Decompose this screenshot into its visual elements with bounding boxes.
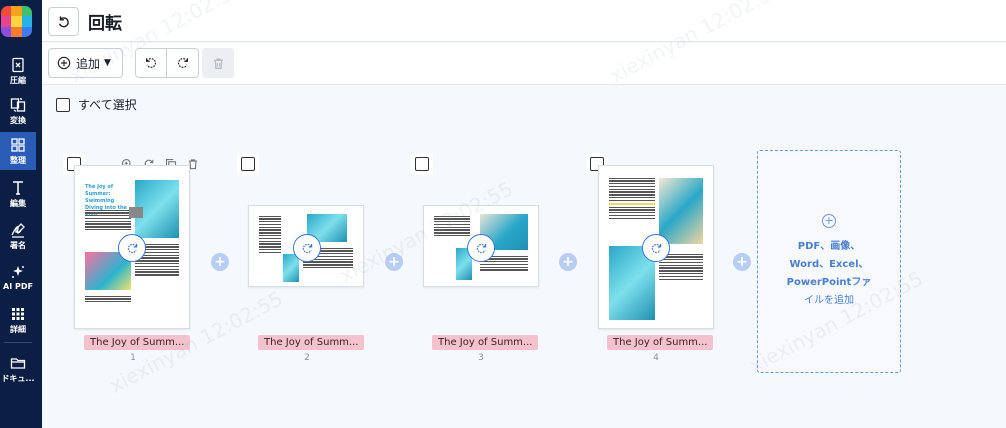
insert-page-button-2[interactable]: + xyxy=(385,253,403,271)
drop-zone-text: PDF、画像、 Word、Excel、 PowerPointファ イルを追加 xyxy=(767,238,891,310)
sidebar-item-ai-pdf[interactable]: AI PDF xyxy=(0,259,36,297)
rotate-right-icon xyxy=(177,58,188,68)
rotate-right-icon xyxy=(651,243,661,253)
convert-icon xyxy=(10,97,26,113)
page-3-checkbox[interactable] xyxy=(411,153,433,175)
delete-button[interactable] xyxy=(202,48,234,78)
compress-icon xyxy=(12,57,24,73)
add-file-drop-zone[interactable]: + PDF、画像、 Word、Excel、 PowerPointファ イルを追加 xyxy=(757,150,901,373)
drop-zone-line: PDF、画像、 xyxy=(797,240,861,252)
sidebar-item-documents[interactable]: ドキュ... xyxy=(0,350,36,388)
undo-icon xyxy=(58,15,69,27)
grid-dots-icon xyxy=(12,308,24,320)
drop-zone-line: PowerPointファ xyxy=(786,276,872,288)
rotate-right-icon xyxy=(302,243,312,253)
page-4-image-a xyxy=(659,178,703,244)
sidebar-divider xyxy=(4,342,32,343)
back-button[interactable] xyxy=(48,7,79,36)
organize-icon xyxy=(11,138,25,152)
insert-page-button-1[interactable]: + xyxy=(211,253,229,271)
ai-sparkle-icon xyxy=(12,266,24,278)
sidebar-item-label: 署名 xyxy=(10,241,26,250)
page-title: 回転 xyxy=(88,14,122,34)
page-3-name: The Joy of Summ... xyxy=(432,335,539,350)
plus-icon: + xyxy=(736,254,748,270)
add-button[interactable]: 追加 ▼ xyxy=(48,48,123,78)
rotate-right-icon xyxy=(127,243,137,253)
page-4-number: 4 xyxy=(653,353,659,363)
page-4-name: The Joy of Summ... xyxy=(607,335,714,350)
select-all-label: すべて選択 xyxy=(78,98,137,112)
page-1-rotate-indicator xyxy=(118,234,146,262)
page-3-number: 3 xyxy=(478,353,484,363)
page-3-rotate-indicator xyxy=(467,234,495,262)
add-button-label: 追加 xyxy=(76,56,101,71)
sidebar-item-edit[interactable]: 編集 xyxy=(0,175,36,213)
sidebar-item-label: 圧縮 xyxy=(10,76,26,85)
page-2-checkbox[interactable] xyxy=(237,153,259,175)
sidebar-item-label: 整理 xyxy=(10,156,26,165)
folder-icon xyxy=(10,358,26,369)
page-2-name: The Joy of Summ... xyxy=(258,335,365,350)
sidebar-item-sign[interactable]: 署名 xyxy=(0,217,36,255)
page-2-number: 2 xyxy=(304,353,310,363)
drop-zone-line: Word、Excel、 xyxy=(789,258,869,270)
sidebar: 圧縮 変換 整理 編集 署名 AI PDF 詳細 ドキュ... xyxy=(0,0,42,428)
sidebar-item-label: ドキュ... xyxy=(1,374,35,383)
toolbar: 追加 ▼ xyxy=(42,43,1006,85)
rotate-left-icon xyxy=(146,58,157,68)
sidebar-item-convert[interactable]: 変換 xyxy=(0,92,36,130)
add-circle-icon: + xyxy=(822,213,836,228)
plus-icon: + xyxy=(562,254,574,270)
page-2-rotate-indicator xyxy=(293,234,321,262)
sidebar-item-more[interactable]: 詳細 xyxy=(0,301,36,339)
rotate-right-button[interactable] xyxy=(167,48,199,78)
sign-icon xyxy=(11,223,25,238)
page-1-name: The Joy of Summ... xyxy=(84,335,191,350)
sidebar-item-label: 編集 xyxy=(10,199,26,208)
sidebar-item-organize[interactable]: 整理 xyxy=(0,132,36,170)
sidebar-item-label: 変換 xyxy=(10,116,26,125)
page-1-number: 1 xyxy=(130,353,136,363)
trash-icon xyxy=(213,57,223,69)
edit-text-icon xyxy=(13,181,23,195)
select-all[interactable]: すべて選択 xyxy=(56,96,137,113)
rotate-right-icon xyxy=(476,243,486,253)
sidebar-item-compress[interactable]: 圧縮 xyxy=(0,52,36,90)
insert-page-button-3[interactable]: + xyxy=(559,253,577,271)
select-all-checkbox[interactable] xyxy=(56,97,70,112)
add-circle-icon xyxy=(57,56,71,70)
page-4-rotate-indicator xyxy=(642,234,670,262)
app-logo[interactable] xyxy=(1,6,32,37)
plus-icon: + xyxy=(388,254,400,270)
rotate-button-group xyxy=(135,48,234,78)
rotate-left-button[interactable] xyxy=(135,48,167,78)
page-1-image-placeholder xyxy=(129,207,143,218)
chevron-down-icon: ▼ xyxy=(104,58,111,68)
plus-icon: + xyxy=(214,254,226,270)
drop-zone-line: イルを追加 xyxy=(804,294,854,306)
sidebar-item-label: 詳細 xyxy=(10,325,26,334)
sidebar-item-label: AI PDF xyxy=(3,282,33,291)
header: 回転 xyxy=(42,0,1006,42)
insert-page-button-4[interactable]: + xyxy=(733,253,751,271)
